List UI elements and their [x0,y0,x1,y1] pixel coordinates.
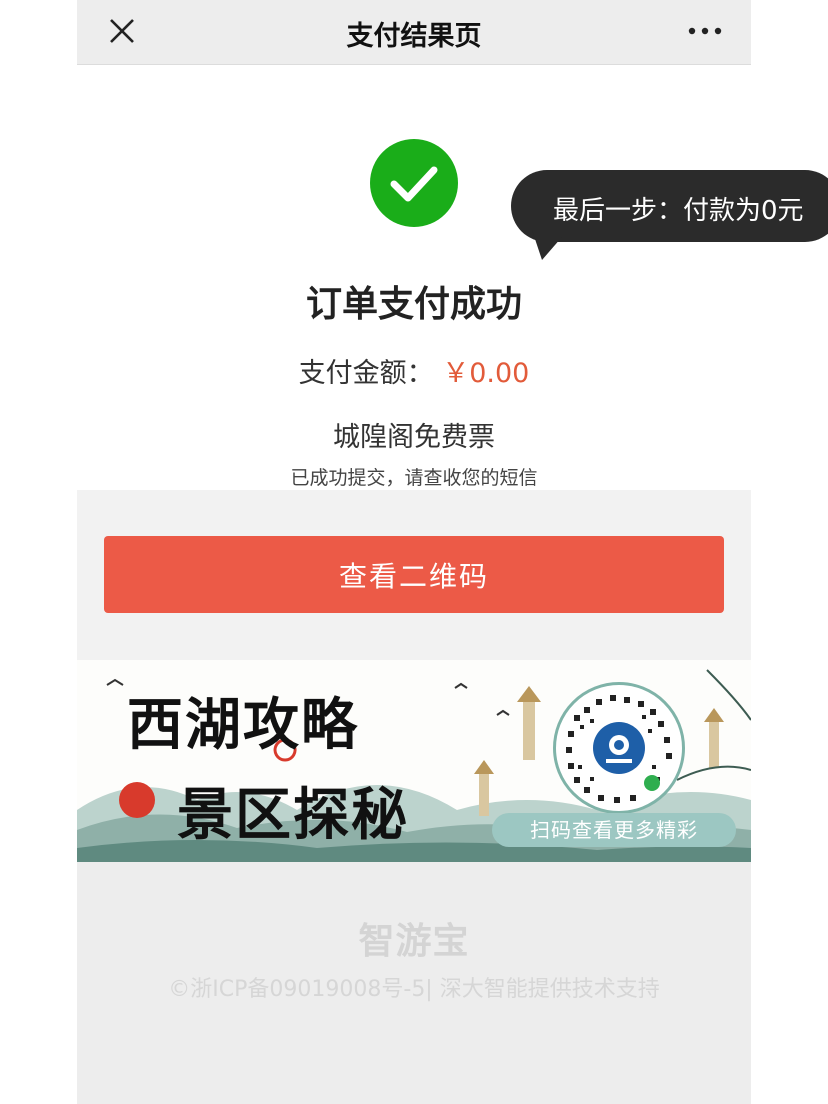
result-title: 订单支付成功 [305,284,522,325]
sms-note: 已成功提交，请查收您的短信 [290,467,538,489]
nav-bar: 支付结果页 [77,0,751,65]
annotation-bubble-tail [532,230,568,260]
view-qr-code-button[interactable]: 查看二维码 [104,536,724,613]
page-title: 支付结果页 [346,21,482,52]
payment-result-panel: 订单支付成功 支付金额： ￥0.00 城隍阁免费票 已成功提交，请查收您的短信 [77,65,751,490]
checkmark-circle-icon [370,139,458,227]
annotation-text: 最后一步：付款为0元 [553,196,804,226]
action-area: 查看二维码 [77,490,751,660]
banner-title-line1: 西湖攻略 [127,692,359,758]
qr-code-image [553,682,685,814]
scan-hint: 扫码查看更多精彩 [492,813,736,847]
phone-screen: 支付结果页 订单支付成功 支付金额： ￥0.00 城隍阁免费票 已成功提交，请查… [77,0,751,1104]
promo-banner[interactable]: 西湖攻略 景区探秘 扫码查看更多精彩 [77,660,751,862]
amount-value: ￥0.00 [442,358,530,389]
amount-row: 支付金额： ￥0.00 [77,351,751,390]
more-icon[interactable] [687,18,723,44]
footer-logo: 智游宝 [358,921,470,962]
qr-code-icon [566,695,672,803]
banner-title-line2: 景区探秘 [177,782,409,848]
ticket-name: 城隍阁免费票 [333,422,495,453]
amount-label: 支付金额： [298,358,434,389]
footer-copyright: ©浙ICP备09019008号-5| 深大智能提供技术支持 [168,977,660,1002]
